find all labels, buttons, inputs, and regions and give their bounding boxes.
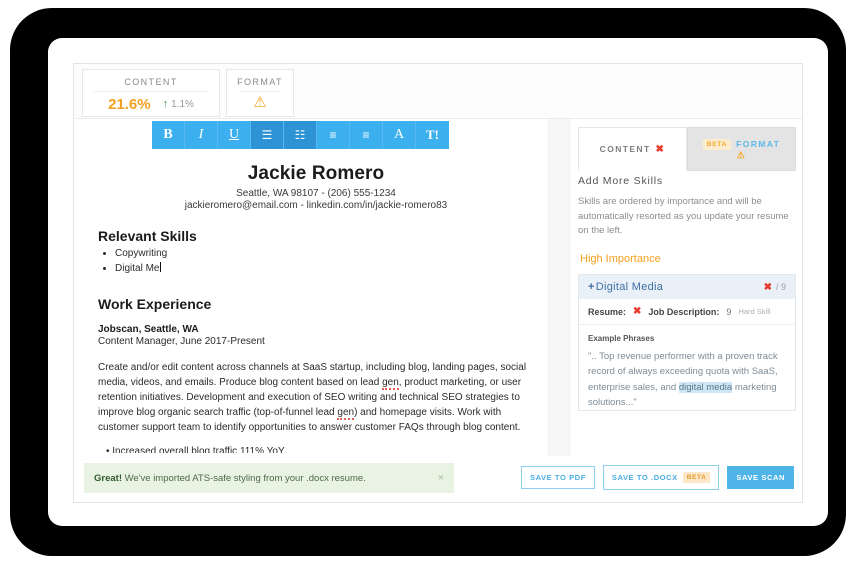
red-x-icon: ✖	[633, 306, 641, 317]
jd-label: Job Description:	[648, 307, 719, 317]
resume-document[interactable]: Jackie Romero Seattle, WA 98107 - (206) …	[74, 155, 548, 503]
align-center-button[interactable]: ≡	[317, 121, 350, 149]
toast-bold-prefix: Great!	[94, 473, 122, 484]
panel-title: Add More Skills	[578, 175, 796, 187]
save-scan-button[interactable]: SAVE SCAN	[727, 466, 794, 489]
panel-tabs: CONTENT ✖ BETA FORMAT ⚠	[578, 127, 796, 171]
save-to-docx-button[interactable]: SAVE TO .DOCX BETA	[603, 465, 720, 490]
misspelled-word: gen	[337, 407, 354, 420]
misspelled-word: gen	[382, 377, 399, 390]
resume-contact-line-1: Seattle, WA 98107 - (206) 555-1234	[98, 188, 534, 199]
content-score-label: CONTENT	[83, 70, 219, 87]
device-bezel: CONTENT 21.6% ↑ 1.1% FORMAT ⚠	[10, 8, 846, 556]
close-icon[interactable]: ×	[438, 472, 444, 484]
align-left-button[interactable]: ≡	[350, 121, 383, 149]
toast-body: We've imported ATS-safe styling from you…	[122, 473, 366, 484]
resume-label: Resume:	[588, 307, 626, 317]
work-experience-heading: Work Experience	[98, 296, 534, 312]
content-score-value: 21.6%	[108, 96, 151, 113]
underline-button[interactable]: U	[218, 121, 251, 149]
skill-name-row: +Digital Media	[588, 281, 663, 293]
app-window: CONTENT 21.6% ↑ 1.1% FORMAT ⚠	[48, 38, 828, 526]
warning-triangle-icon: ⚠	[227, 92, 293, 110]
app-content-frame: CONTENT 21.6% ↑ 1.1% FORMAT ⚠	[73, 63, 803, 503]
tab-content-label: CONTENT	[600, 144, 651, 154]
skill-text: Digital Me	[115, 263, 159, 274]
example-phrase-text: ".. Top revenue performer with a proven …	[579, 343, 795, 410]
warning-triangle-icon: ⚠	[737, 151, 746, 160]
save-to-docx-label: SAVE TO .DOCX	[612, 473, 678, 482]
toast-message: Great! We've imported ATS-safe styling f…	[94, 473, 366, 484]
skills-panel: CONTENT ✖ BETA FORMAT ⚠ Add More Ski	[570, 119, 803, 503]
footer-bar: Great! We've imported ATS-safe styling f…	[74, 456, 803, 502]
list-item: Copywriting	[115, 247, 534, 262]
job-role-dates: Content Manager, June 2017-Present	[98, 336, 534, 347]
example-phrases-heading: Example Phrases	[579, 325, 795, 343]
list-item: Digital Me	[115, 262, 534, 277]
up-arrow-icon: ↑	[163, 99, 169, 110]
numbered-list-button[interactable]: ☷	[284, 121, 317, 149]
importance-group-label: High Importance	[578, 253, 796, 265]
save-to-pdf-label: SAVE TO PDF	[530, 473, 586, 482]
next-bullet-clipped: • Increased overall blog traffic 111% Yo…	[98, 446, 534, 453]
format-score-card[interactable]: FORMAT ⚠	[226, 69, 294, 117]
skill-card: +Digital Media ✖ / 9 Resume: ✖ Job	[578, 274, 796, 411]
skill-type-label: Hard Skill	[738, 307, 770, 316]
content-score-delta: ↑ 1.1%	[163, 99, 194, 110]
save-to-pdf-button[interactable]: SAVE TO PDF	[521, 466, 595, 489]
jd-value: 9	[726, 307, 731, 317]
resume-contact-line-2: jackieromero@email.com - linkedin.com/in…	[98, 200, 534, 211]
bulleted-list-button[interactable]: ☰	[251, 121, 284, 149]
resume-name: Jackie Romero	[98, 163, 534, 185]
skill-card-meta: Resume: ✖ Job Description: 9 Hard Skill	[579, 299, 795, 325]
pane-gutter	[548, 119, 570, 503]
import-toast: Great! We've imported ATS-safe styling f…	[84, 463, 454, 493]
tab-format-label: FORMAT	[736, 139, 780, 149]
skill-count: ✖ / 9	[764, 282, 786, 293]
panel-description: Skills are ordered by importance and wil…	[578, 195, 796, 239]
relevant-skills-heading: Relevant Skills	[98, 228, 534, 244]
skill-card-header[interactable]: +Digital Media ✖ / 9	[579, 275, 795, 299]
font-color-button[interactable]: A	[383, 121, 416, 149]
tab-format[interactable]: BETA FORMAT ⚠	[687, 127, 796, 171]
highlighted-keyword: digital media	[679, 382, 732, 393]
text-cursor	[160, 262, 161, 272]
skill-name: Digital Media	[596, 281, 663, 293]
skill-count-text: / 9	[776, 282, 786, 292]
score-strip: CONTENT 21.6% ↑ 1.1% FORMAT ⚠	[74, 64, 803, 119]
beta-badge: BETA	[703, 139, 731, 150]
job-description-paragraph: Create and/or edit content across channe…	[98, 360, 534, 435]
tab-content[interactable]: CONTENT ✖	[578, 127, 687, 171]
bold-button[interactable]: B	[152, 121, 185, 149]
resume-editor-pane: BIU☰☷≡≡AT! Jackie Romero Seattle, WA 981…	[74, 119, 548, 503]
editor-toolbar: BIU☰☷≡≡AT!	[152, 121, 449, 149]
employer-name: Jobscan, Seattle, WA	[98, 324, 534, 335]
italic-button[interactable]: I	[185, 121, 218, 149]
beta-badge: BETA	[683, 472, 711, 483]
content-score-card[interactable]: CONTENT 21.6% ↑ 1.1%	[82, 69, 220, 117]
plus-icon[interactable]: +	[588, 281, 595, 293]
font-size-button[interactable]: T!	[416, 121, 449, 149]
format-score-label: FORMAT	[227, 70, 293, 87]
skills-panel-body: Add More Skills Skills are ordered by im…	[578, 175, 796, 411]
main-area: BIU☰☷≡≡AT! Jackie Romero Seattle, WA 981…	[74, 119, 803, 503]
save-button-group: SAVE TO PDF SAVE TO .DOCX BETA SAVE SCAN	[521, 465, 794, 490]
red-x-icon: ✖	[764, 282, 772, 293]
red-x-icon: ✖	[656, 144, 666, 155]
skill-text: Copywriting	[115, 248, 167, 259]
relevant-skills-list: Copywriting Digital Me	[98, 247, 534, 276]
content-delta-value: 1.1%	[171, 99, 194, 110]
save-scan-label: SAVE SCAN	[736, 473, 785, 482]
